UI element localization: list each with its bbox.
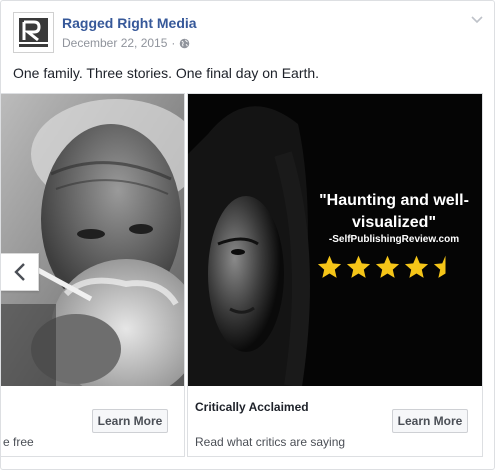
card-1-learn-more-button[interactable]: Learn More <box>92 409 168 433</box>
chevron-down-icon[interactable] <box>470 15 484 25</box>
star-rating <box>316 254 459 280</box>
card-2-title: Critically Acclaimed <box>195 400 309 414</box>
meta-separator: · <box>171 36 176 50</box>
card-2-image[interactable]: "Haunting and well-visualized" -SelfPubl… <box>188 94 482 386</box>
star-icon <box>346 255 371 278</box>
star-icon <box>375 255 400 278</box>
globe-icon[interactable] <box>179 38 190 49</box>
ragged-right-logo-icon <box>14 13 53 52</box>
carousel-card-2[interactable]: "Haunting and well-visualized" -SelfPubl… <box>187 93 483 457</box>
star-icon <box>317 255 342 278</box>
review-quote: "Haunting and well-visualized" <box>319 192 469 231</box>
card-1-description: e free <box>3 435 34 449</box>
chevron-left-icon <box>13 263 25 281</box>
carousel-prev-button[interactable] <box>1 253 39 291</box>
page-avatar[interactable] <box>13 12 54 53</box>
card-2-description: Read what critics are saying <box>195 435 346 449</box>
half-star-icon <box>433 255 446 278</box>
page-name-link[interactable]: Ragged Right Media <box>62 15 197 31</box>
star-icon <box>404 255 429 278</box>
feed-post: Ragged Right Media December 22, 2015 · O… <box>0 0 495 470</box>
card-1-image[interactable] <box>1 94 184 386</box>
post-meta: December 22, 2015 · <box>62 36 190 50</box>
post-message: One family. Three stories. One final day… <box>13 65 320 81</box>
card-2-learn-more-button[interactable]: Learn More <box>392 409 468 433</box>
review-attribution: -SelfPublishingReview.com <box>328 234 460 245</box>
post-date[interactable]: December 22, 2015 <box>62 36 167 50</box>
